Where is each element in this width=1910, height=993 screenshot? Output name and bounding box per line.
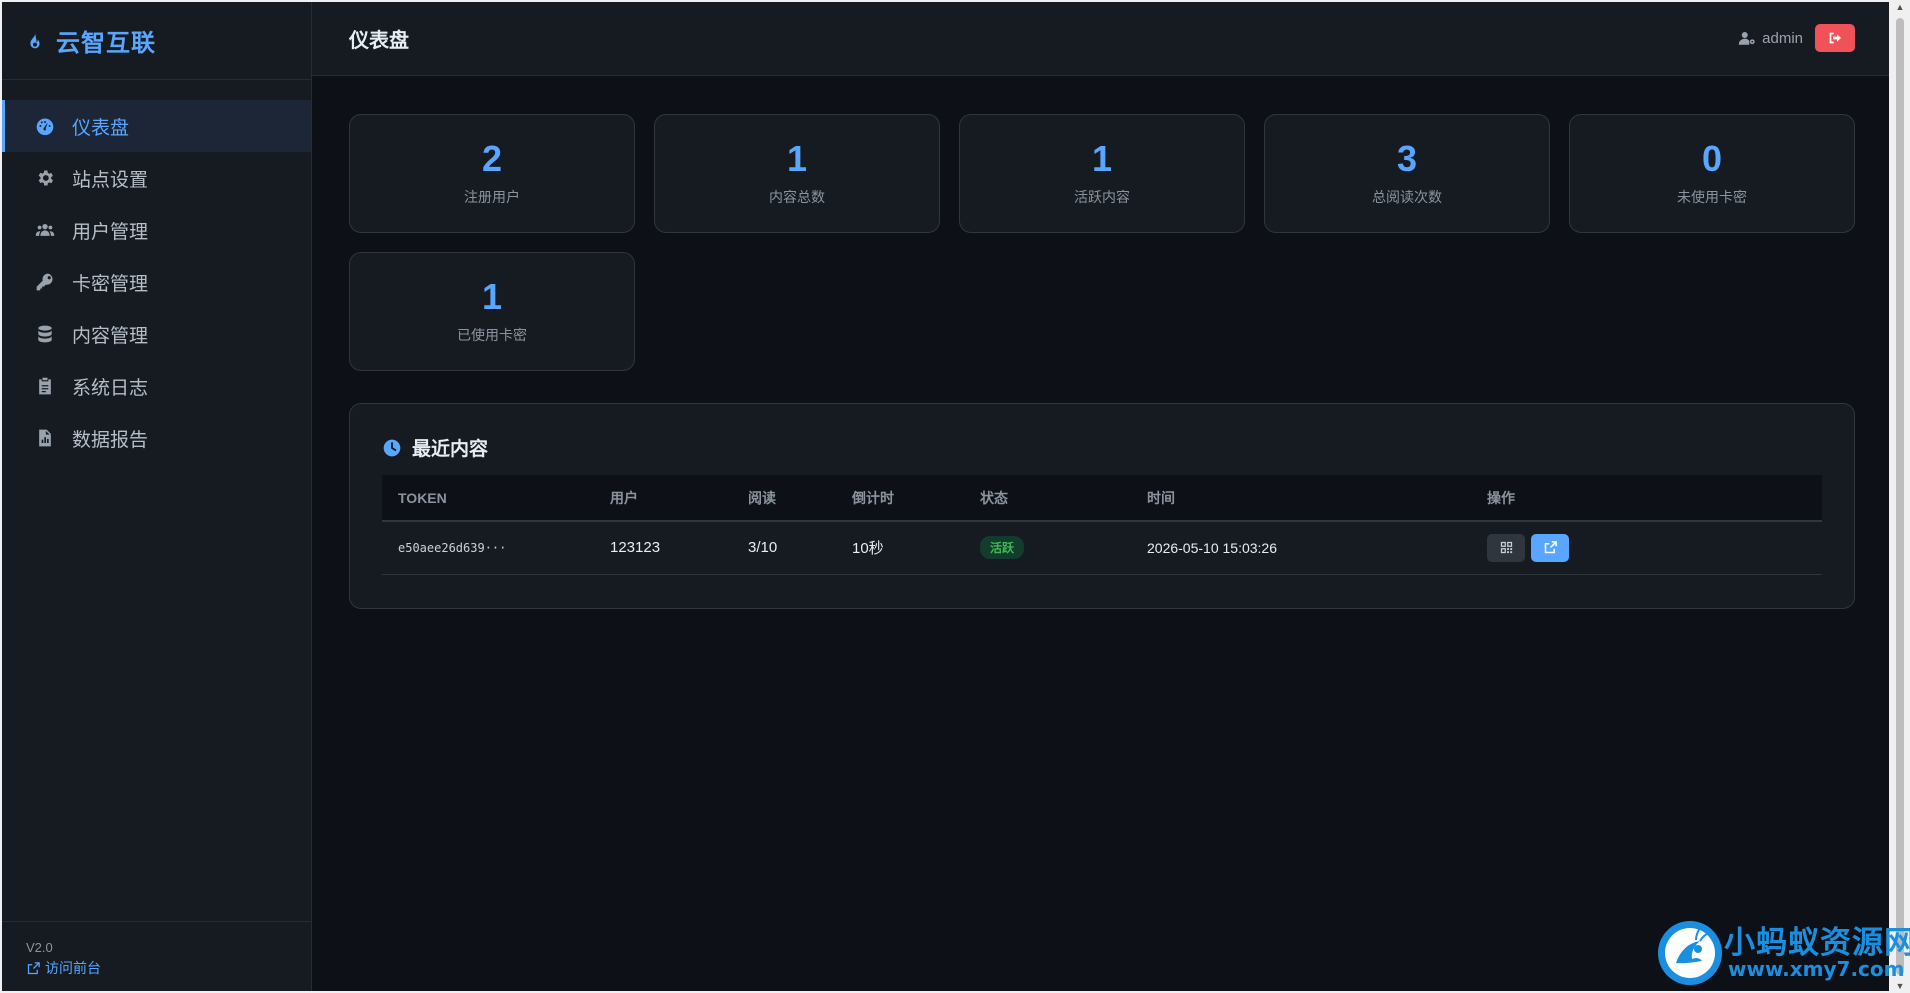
stat-card-registered-users: 2 注册用户: [349, 114, 635, 233]
sidebar-item-label: 仪表盘: [72, 117, 130, 139]
qrcode-icon: [1500, 542, 1512, 554]
stat-label: 内容总数: [769, 188, 825, 205]
qrcode-button[interactable]: [1487, 533, 1525, 562]
stat-label: 未使用卡密: [1677, 188, 1747, 205]
visit-frontend-link[interactable]: 访问前台: [26, 958, 311, 978]
sidebar-item-card-keys[interactable]: 卡密管理: [2, 256, 311, 308]
page-title: 仪表盘: [349, 30, 409, 52]
stat-value: 2: [481, 137, 503, 179]
brand-name: 云智互联: [56, 30, 156, 57]
sidebar-item-site-settings[interactable]: 站点设置: [2, 152, 311, 204]
stat-value: 1: [1091, 137, 1113, 179]
visit-frontend-label: 访问前台: [45, 960, 101, 976]
external-link-icon: [27, 961, 40, 974]
main-area: 仪表盘 admin 2 注册用户 1 内容总数 1 活跃内容 3 总阅读次数 0…: [312, 2, 1889, 991]
external-link-icon: [1544, 541, 1557, 554]
sidebar-footer: V2.0 访问前台: [2, 921, 311, 991]
scroll-thumb[interactable]: [1896, 18, 1904, 975]
status-badge: 活跃: [980, 536, 1025, 560]
stat-label: 注册用户: [464, 188, 520, 205]
stat-value: 1: [786, 137, 808, 179]
column-header-user: 用户: [610, 489, 638, 506]
cell-countdown: 10秒: [852, 540, 884, 558]
users-icon: [34, 219, 56, 241]
clock-icon: [383, 439, 401, 456]
table-header-row: TOKEN 用户 阅读 倒计时 状态 时间 操作: [382, 475, 1822, 521]
column-header-status: 状态: [980, 489, 1008, 506]
cell-user: 123123: [610, 539, 661, 557]
sidebar: 云智互联 仪表盘 站点设置 用户管理 卡密管理 内容管理 系统日志 数据报告 V…: [2, 2, 312, 991]
sidebar-item-content[interactable]: 内容管理: [2, 308, 311, 360]
flame-icon: [24, 30, 46, 52]
user-controls: admin: [1738, 24, 1855, 52]
recent-content-title: 最近内容: [382, 434, 1822, 461]
user-gear-icon: [1738, 32, 1755, 45]
dashboard-content: 2 注册用户 1 内容总数 1 活跃内容 3 总阅读次数 0 未使用卡密 1 已…: [312, 76, 1889, 609]
logout-icon: [1829, 32, 1841, 44]
recent-content-table: TOKEN 用户 阅读 倒计时 状态 时间 操作 e50aee26d639···: [382, 475, 1822, 575]
cell-actions: [1471, 521, 1822, 574]
logout-button[interactable]: [1815, 24, 1855, 52]
stat-value: 0: [1701, 137, 1723, 179]
column-header-countdown: 倒计时: [852, 489, 894, 506]
stat-value: 3: [1396, 137, 1418, 179]
recent-content-panel: 最近内容 TOKEN 用户 阅读 倒计时 状态 时间 操作 e50aee26d6…: [349, 403, 1855, 609]
clipboard-icon: [34, 375, 56, 397]
sidebar-item-dashboard[interactable]: 仪表盘: [2, 100, 311, 152]
brand[interactable]: 云智互联: [2, 2, 311, 80]
stat-card-total-reads: 3 总阅读次数: [1264, 114, 1550, 233]
cell-reads: 3/10: [748, 539, 778, 557]
stat-card-active-content: 1 活跃内容: [959, 114, 1245, 233]
row-actions: [1487, 533, 1822, 562]
column-header-time: 时间: [1147, 489, 1175, 506]
vertical-scrollbar[interactable]: ▲ ▼: [1893, 0, 1907, 993]
column-header-reads: 阅读: [748, 489, 776, 506]
watermark: 小蚂蚁资源网 www.xmy7.com: [1656, 915, 1910, 985]
stat-label: 已使用卡密: [457, 326, 527, 343]
sidebar-item-label: 卡密管理: [72, 273, 149, 295]
sidebar-nav: 仪表盘 站点设置 用户管理 卡密管理 内容管理 系统日志 数据报告: [2, 100, 311, 464]
stat-card-unused-keys: 0 未使用卡密: [1569, 114, 1855, 233]
sidebar-item-label: 站点设置: [72, 169, 149, 191]
table-row: e50aee26d639··· 123123 3/10 10秒 活跃 2026-…: [382, 521, 1822, 574]
stat-card-used-keys: 1 已使用卡密: [349, 252, 635, 371]
user-menu[interactable]: admin: [1738, 30, 1803, 47]
file-chart-icon: [34, 427, 56, 449]
gear-icon: [34, 167, 56, 189]
stat-card-total-content: 1 内容总数: [654, 114, 940, 233]
sidebar-item-label: 用户管理: [72, 221, 149, 243]
username: admin: [1762, 29, 1803, 47]
sidebar-item-users[interactable]: 用户管理: [2, 204, 311, 256]
scroll-up-arrow-icon[interactable]: ▲: [1895, 2, 1905, 12]
sidebar-item-logs[interactable]: 系统日志: [2, 360, 311, 412]
recent-content-title-text: 最近内容: [412, 439, 489, 460]
watermark-cn: 小蚂蚁资源网: [1724, 925, 1910, 961]
stat-label: 总阅读次数: [1372, 188, 1442, 205]
key-icon: [34, 271, 56, 293]
cell-time: 2026-05-10 15:03:26: [1147, 539, 1277, 556]
sidebar-item-label: 系统日志: [72, 377, 149, 399]
stat-value: 1: [481, 275, 503, 317]
watermark-url: www.xmy7.com: [1728, 957, 1905, 981]
sidebar-item-label: 数据报告: [72, 429, 149, 451]
ant-logo-icon: [1658, 921, 1722, 985]
column-header-actions: 操作: [1487, 489, 1515, 506]
cell-status: 活跃: [964, 521, 1131, 574]
sidebar-item-reports[interactable]: 数据报告: [2, 412, 311, 464]
cell-token: e50aee26d639···: [398, 540, 507, 555]
version-label: V2.0: [26, 940, 53, 955]
stats-grid: 2 注册用户 1 内容总数 1 活跃内容 3 总阅读次数 0 未使用卡密 1 已…: [349, 114, 1855, 371]
column-header-token: TOKEN: [398, 489, 447, 506]
sidebar-item-label: 内容管理: [72, 325, 149, 347]
dashboard-icon: [34, 115, 56, 137]
stat-label: 活跃内容: [1074, 188, 1130, 205]
topbar: 仪表盘 admin: [312, 2, 1889, 76]
database-icon: [34, 323, 56, 345]
open-link-button[interactable]: [1531, 533, 1569, 562]
app-window: 云智互联 仪表盘 站点设置 用户管理 卡密管理 内容管理 系统日志 数据报告 V…: [2, 2, 1889, 991]
